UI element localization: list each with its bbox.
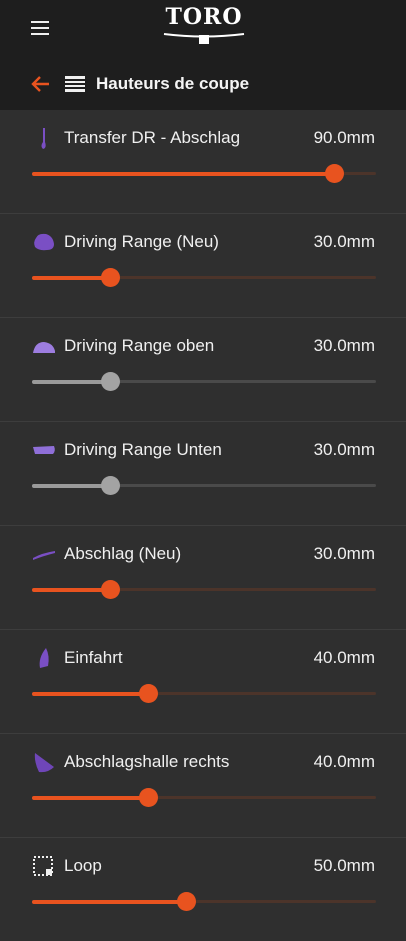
cutting-height-value: 90.0mm <box>313 128 375 147</box>
slider-thumb[interactable] <box>101 372 121 391</box>
cutting-height-slider[interactable] <box>32 162 376 186</box>
back-arrow-icon[interactable] <box>30 73 52 95</box>
cutting-height-value: 30.0mm <box>313 544 375 563</box>
dotted-square-icon <box>32 854 56 878</box>
slider-fill <box>32 172 335 176</box>
cutting-height-row: Abschlag (Neu) 30.0mm <box>0 525 406 629</box>
slider-thumb[interactable] <box>101 580 121 599</box>
cutting-height-slider[interactable] <box>32 474 376 498</box>
cutting-height-value: 30.0mm <box>313 232 375 251</box>
cutting-height-slider[interactable] <box>32 786 376 810</box>
stroke-shape-icon <box>32 542 56 566</box>
cutting-height-value: 50.0mm <box>313 856 375 875</box>
wedge-shape-icon <box>32 750 56 774</box>
slider-fill <box>32 380 112 384</box>
cutting-height-value: 30.0mm <box>313 440 375 459</box>
page-title: Hauteurs de coupe <box>96 74 250 93</box>
cutting-height-value: 40.0mm <box>313 752 375 771</box>
page-header: Hauteurs de coupe <box>0 62 406 106</box>
area-name: Loop <box>64 856 102 875</box>
slider-fill <box>32 484 112 488</box>
cutting-height-row: Driving Range Unten 30.0mm <box>0 421 406 525</box>
dome-shape-icon <box>32 334 56 358</box>
slider-fill <box>32 796 149 800</box>
cutting-height-slider[interactable] <box>32 266 376 290</box>
slider-thumb[interactable] <box>324 164 344 183</box>
slider-thumb[interactable] <box>101 476 121 495</box>
cutting-height-value: 40.0mm <box>313 648 375 667</box>
cutting-height-row: Abschlagshalle rechts 40.0mm <box>0 733 406 837</box>
cutting-height-slider[interactable] <box>32 578 376 602</box>
hamburger-menu-icon[interactable] <box>28 17 52 39</box>
list-icon <box>65 76 85 93</box>
area-name: Driving Range (Neu) <box>64 232 219 251</box>
cutting-height-row: Driving Range oben 30.0mm <box>0 317 406 421</box>
top-app-bar: TORO Hauteurs de coupe <box>0 0 406 110</box>
logo-text: TORO <box>165 4 243 30</box>
area-name: Einfahrt <box>64 648 123 667</box>
slider-fill <box>32 588 112 592</box>
cutting-height-row: Driving Range (Neu) 30.0mm <box>0 213 406 317</box>
leaf-shape-icon <box>32 646 56 670</box>
cutting-height-row: Einfahrt 40.0mm <box>0 629 406 733</box>
cutting-height-slider[interactable] <box>32 682 376 706</box>
cutting-height-row: Loop 50.0mm <box>0 837 406 941</box>
area-name: Driving Range Unten <box>64 440 222 459</box>
cutting-height-list: Transfer DR - Abschlag 90.0mm Driving Rang… <box>0 110 406 941</box>
slab-shape-icon <box>32 438 56 462</box>
blob-shape-icon <box>32 230 56 254</box>
slider-fill <box>32 900 187 904</box>
cutting-height-value: 30.0mm <box>313 336 375 355</box>
area-name: Abschlagshalle rechts <box>64 752 230 771</box>
slider-fill <box>32 692 149 696</box>
slider-thumb[interactable] <box>101 268 121 287</box>
area-name: Transfer DR - Abschlag <box>64 128 241 147</box>
slider-thumb[interactable] <box>138 788 158 807</box>
cutting-height-slider[interactable] <box>32 890 376 914</box>
cutting-height-row: Transfer DR - Abschlag 90.0mm <box>0 110 406 213</box>
pin-shape-icon <box>32 126 56 150</box>
area-name: Abschlag (Neu) <box>64 544 182 563</box>
slider-thumb[interactable] <box>176 892 196 911</box>
area-name: Driving Range oben <box>64 336 215 355</box>
cutting-height-slider[interactable] <box>32 370 376 394</box>
toro-logo: TORO <box>162 4 246 46</box>
slider-fill <box>32 276 112 280</box>
slider-thumb[interactable] <box>138 684 158 703</box>
